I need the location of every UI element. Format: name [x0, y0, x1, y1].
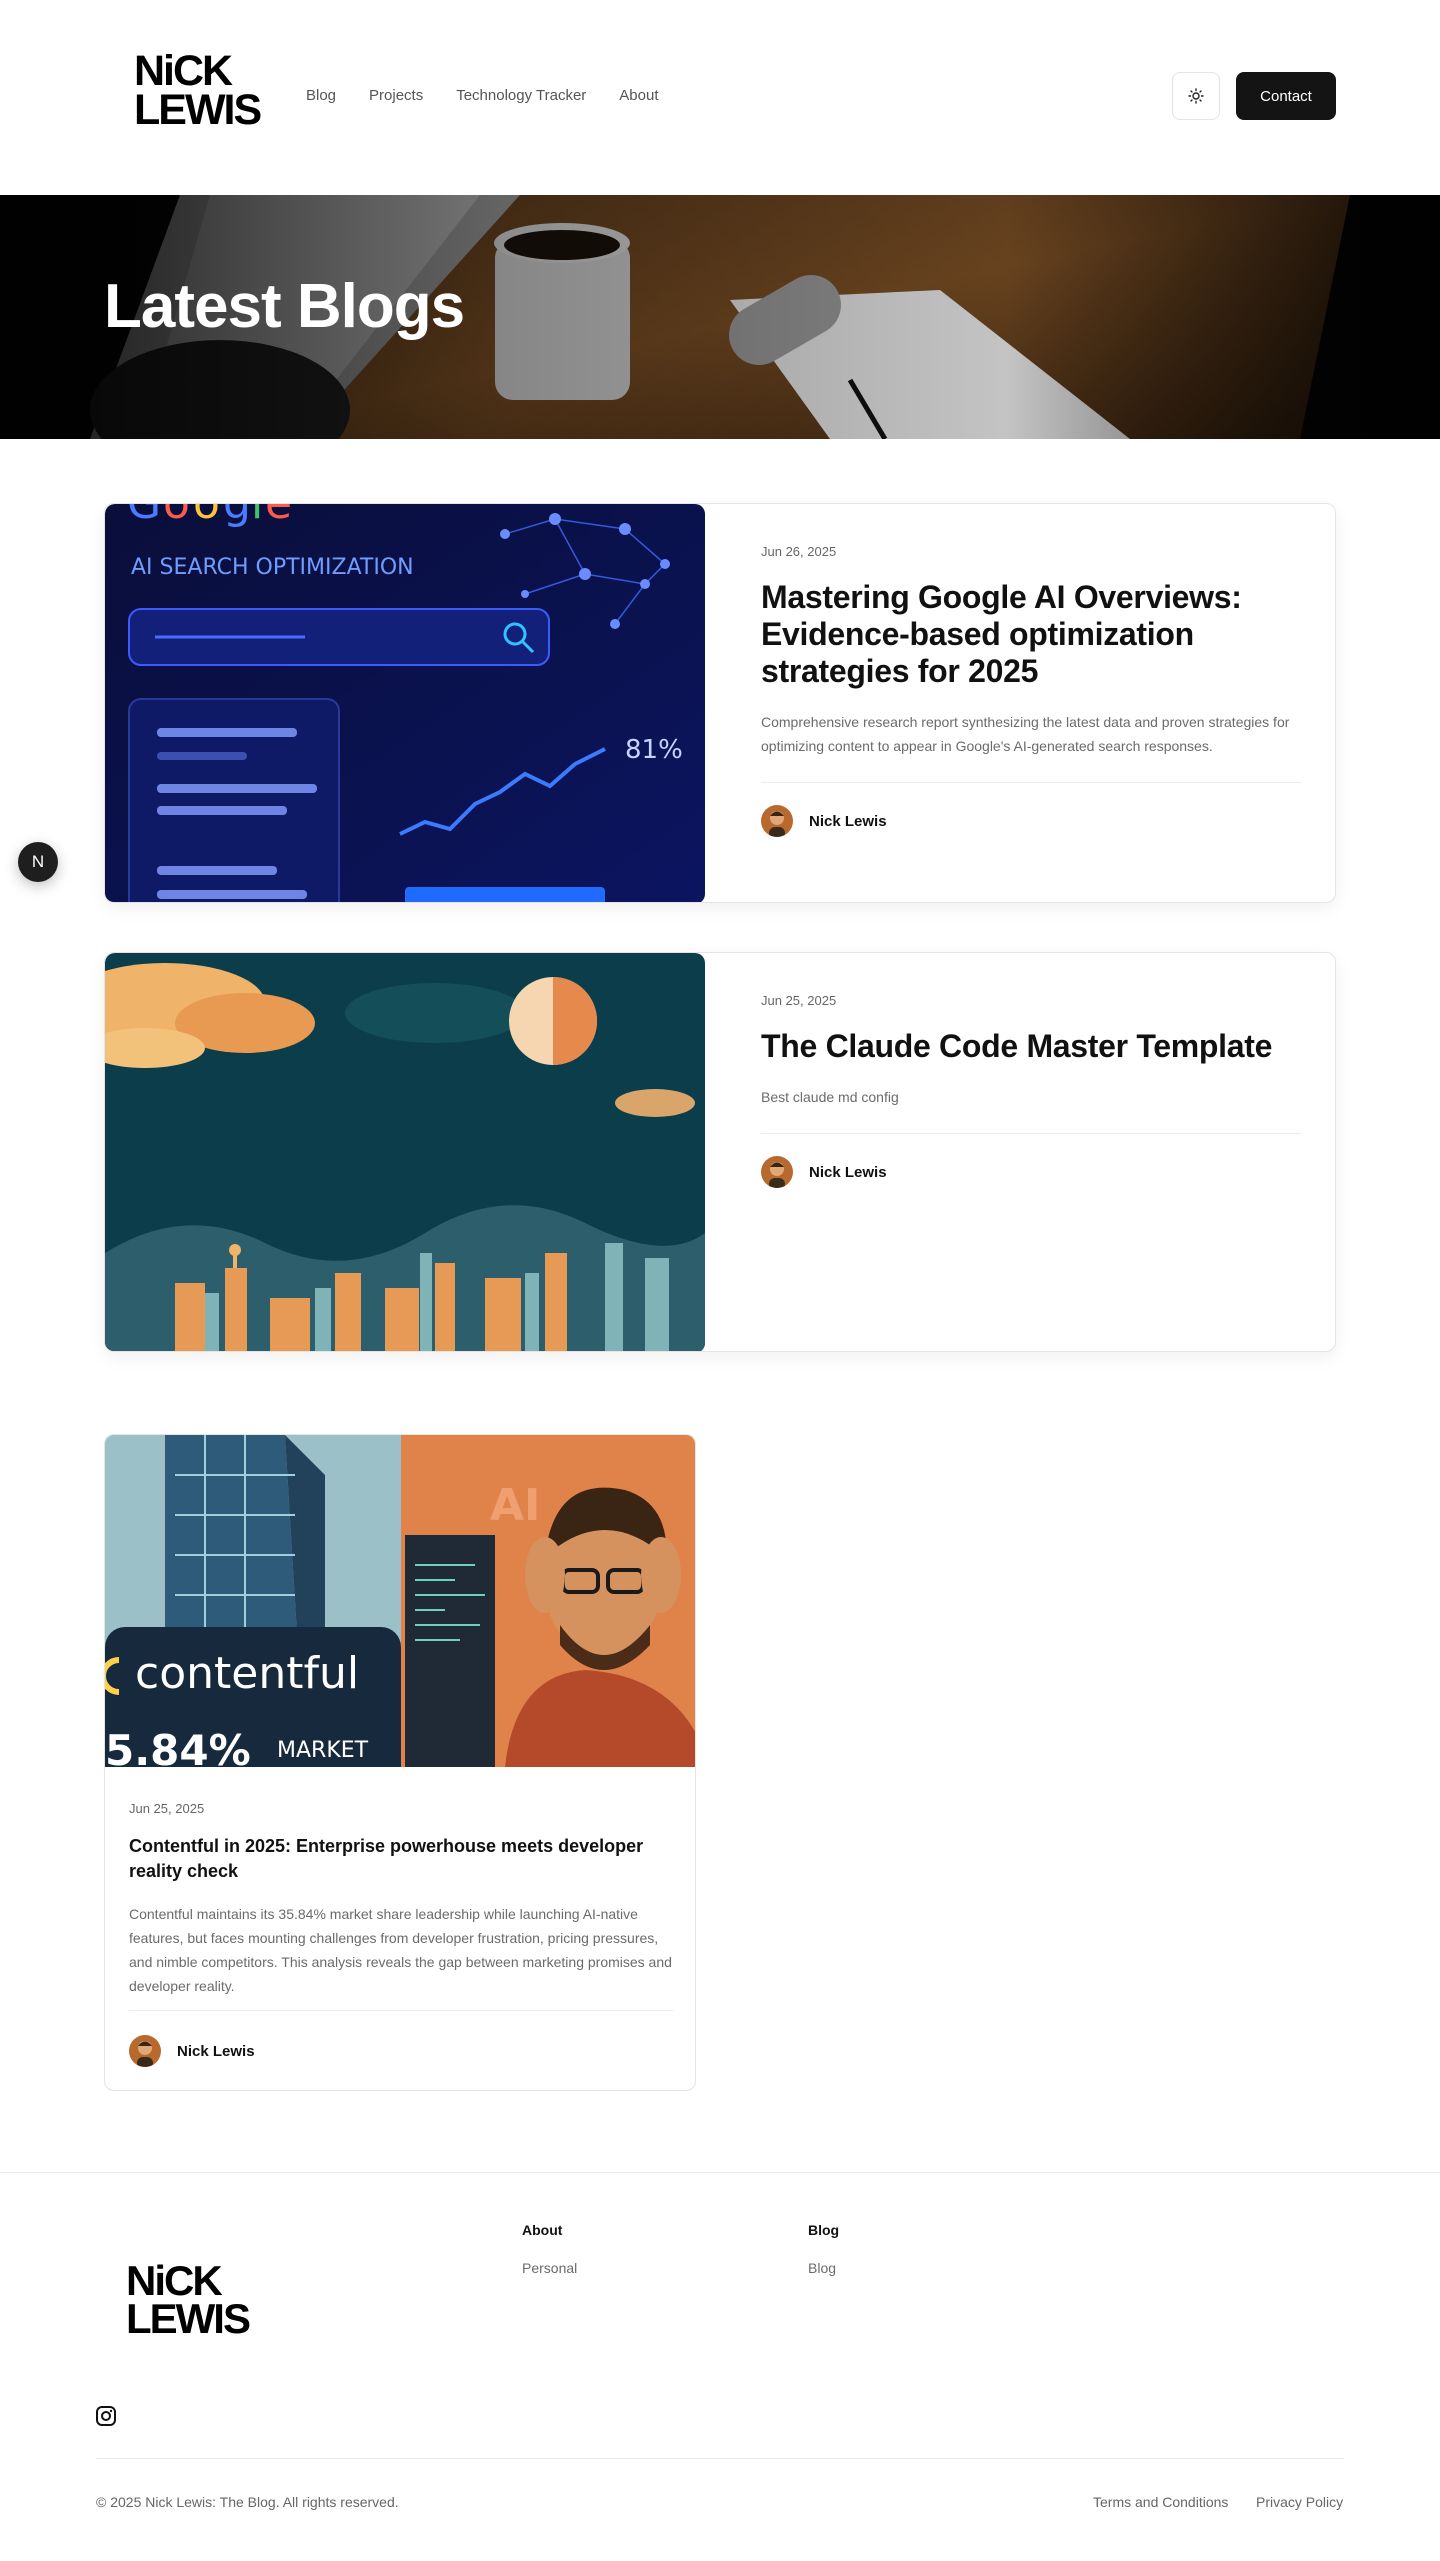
- privacy-link[interactable]: Privacy Policy: [1256, 2494, 1343, 2510]
- post-author[interactable]: Nick Lewis: [761, 805, 1301, 837]
- post-thumbnail[interactable]: [105, 953, 705, 1351]
- post-date: Jun 26, 2025: [761, 544, 837, 559]
- post-date: Jun 25, 2025: [129, 1801, 205, 1816]
- logo-line-1: NiCK: [134, 47, 233, 95]
- post-title[interactable]: Contentful in 2025: Enterprise powerhous…: [129, 1834, 673, 1884]
- nav-link-technology-tracker[interactable]: Technology Tracker: [456, 86, 586, 106]
- site-logo[interactable]: NiCK LEWIS: [134, 47, 262, 134]
- landscape-illustration: [105, 953, 705, 1351]
- card-divider: [129, 2010, 673, 2011]
- author-avatar: [129, 2035, 161, 2067]
- contentful-illustration: contentful 5.84% MARKET AI: [105, 1435, 695, 1767]
- image-brand: contentful: [135, 1648, 359, 1699]
- theme-toggle-button[interactable]: [1172, 72, 1220, 120]
- copyright-text: © 2025 Nick Lewis: The Blog. All rights …: [96, 2494, 399, 2510]
- footer-logo[interactable]: NiCK LEWIS: [126, 2260, 251, 2342]
- image-stat-label: MARKET: [277, 1738, 369, 1763]
- nav-link-projects[interactable]: Projects: [369, 86, 423, 106]
- blog-card[interactable]: contentful 5.84% MARKET AI Jun 25, 2025 …: [104, 1434, 696, 2091]
- author-avatar: [761, 1156, 793, 1188]
- post-author[interactable]: Nick Lewis: [761, 1156, 1301, 1188]
- image-badge: AI: [490, 1480, 540, 1531]
- post-title[interactable]: Mastering Google AI Overviews: Evidence-…: [761, 579, 1301, 690]
- post-author[interactable]: Nick Lewis: [129, 2035, 673, 2067]
- image-stat: 81%: [625, 735, 683, 765]
- svg-text:g: g: [223, 504, 251, 529]
- post-date: Jun 25, 2025: [761, 993, 837, 1008]
- footer-column-title-about: About: [522, 2222, 563, 2238]
- svg-text:l: l: [251, 504, 263, 529]
- instagram-icon[interactable]: [95, 2405, 117, 2427]
- nav-link-about[interactable]: About: [619, 86, 658, 106]
- image-heading: AI SEARCH OPTIMIZATION: [131, 555, 414, 580]
- logo-line-2: LEWIS: [126, 2294, 251, 2342]
- nav-link-blog[interactable]: Blog: [306, 86, 336, 106]
- ai-search-illustration: G o o g l e AI SEARCH OPTIMIZATION 81%: [105, 504, 705, 902]
- blog-card[interactable]: G o o g l e AI SEARCH OPTIMIZATION 81%: [104, 503, 1336, 903]
- footer-bottom-divider: [96, 2458, 1344, 2459]
- blog-card[interactable]: Jun 25, 2025 The Claude Code Master Temp…: [104, 952, 1336, 1352]
- sun-icon: [1188, 88, 1204, 104]
- footer-link-blog[interactable]: Blog: [808, 2260, 836, 2276]
- post-excerpt: Comprehensive research report synthesizi…: [761, 714, 1290, 754]
- post-excerpt: Best claude md config: [761, 1089, 899, 1105]
- svg-text:e: e: [265, 504, 292, 529]
- author-name: Nick Lewis: [177, 2042, 255, 2060]
- footer-link-personal[interactable]: Personal: [522, 2260, 577, 2276]
- contact-button[interactable]: Contact: [1236, 72, 1336, 120]
- author-avatar: [761, 805, 793, 837]
- post-thumbnail[interactable]: contentful 5.84% MARKET AI: [105, 1435, 695, 1767]
- card-divider: [761, 782, 1301, 783]
- post-thumbnail[interactable]: G o o g l e AI SEARCH OPTIMIZATION 81%: [105, 504, 705, 902]
- floating-n-badge[interactable]: N: [18, 842, 58, 882]
- svg-text:o: o: [193, 504, 220, 529]
- svg-text:o: o: [163, 504, 190, 529]
- author-name: Nick Lewis: [809, 812, 887, 830]
- post-title[interactable]: The Claude Code Master Template: [761, 1028, 1301, 1065]
- terms-link[interactable]: Terms and Conditions: [1093, 2494, 1228, 2510]
- card-divider: [761, 1133, 1301, 1134]
- logo-line-2: LEWIS: [134, 85, 262, 134]
- page-title: Latest Blogs: [104, 272, 465, 341]
- author-name: Nick Lewis: [809, 1163, 887, 1181]
- post-excerpt: Contentful maintains its 35.84% market s…: [129, 1906, 672, 1994]
- main-nav: Blog Projects Technology Tracker About: [306, 86, 692, 106]
- site-header: NiCK LEWIS Blog Projects Technology Trac…: [0, 0, 1440, 195]
- footer-divider: [0, 2172, 1440, 2173]
- svg-text:G: G: [127, 504, 161, 529]
- footer-column-title-blog: Blog: [808, 2222, 840, 2238]
- image-stat: 5.84%: [105, 1726, 251, 1767]
